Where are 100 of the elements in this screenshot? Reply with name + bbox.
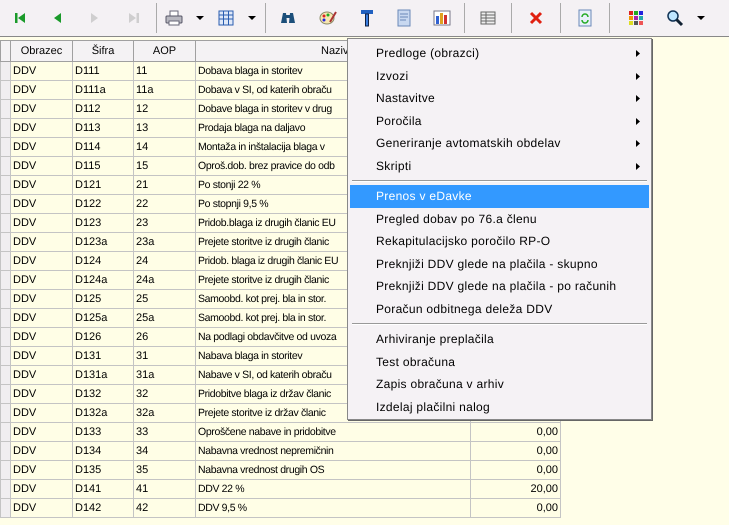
table-cell: DDV xyxy=(10,422,72,442)
table-cell: DDV xyxy=(10,442,72,460)
table-cell: DDV xyxy=(10,308,72,328)
table-cell: 32 xyxy=(134,384,196,404)
table-cell: 23 xyxy=(134,214,196,232)
caret-icon xyxy=(196,16,204,20)
table-cell: 25 xyxy=(134,290,196,308)
table-cell: D126 xyxy=(72,328,134,346)
table-cell: 22 xyxy=(134,194,196,214)
table-cell: DDV xyxy=(10,118,72,138)
table-cell: D131a xyxy=(72,366,134,384)
table-cell: D133 xyxy=(72,422,134,442)
table-cell: D112 xyxy=(72,100,134,118)
table-cell: D134 xyxy=(72,442,134,460)
table-cell: DDV xyxy=(10,100,72,118)
table-cell: DDV xyxy=(10,498,72,518)
table-cell: D111 xyxy=(72,62,134,80)
table-cell: 11 xyxy=(134,62,196,80)
table-cell: 11a xyxy=(134,80,196,100)
table-cell: D115 xyxy=(72,156,134,176)
table-cell: 0,00 xyxy=(470,460,560,480)
binoculars-icon xyxy=(279,11,297,25)
table-cell: DDV 22 % xyxy=(196,480,470,498)
table-cell: 0,00 xyxy=(470,442,560,460)
table-cell: D114 xyxy=(72,138,134,156)
table-cell: DDV xyxy=(10,480,72,498)
table-cell: D142 xyxy=(72,498,134,518)
table-cell: D132 xyxy=(72,384,134,404)
table-cell: DDV xyxy=(10,62,72,80)
table-cell: DDV xyxy=(10,138,72,156)
table-cell: 0,00 xyxy=(470,498,560,518)
table-cell: DDV xyxy=(10,404,72,422)
table-cell: D131 xyxy=(72,346,134,366)
table-cell: D125 xyxy=(72,290,134,308)
color-grid-icon xyxy=(628,10,644,26)
table-cell: D111a xyxy=(72,80,134,100)
table-cell: D123 xyxy=(72,214,134,232)
table-cell: 14 xyxy=(134,138,196,156)
printer-icon xyxy=(165,10,183,26)
table-cell: D132a xyxy=(72,404,134,422)
columns-icon xyxy=(218,10,234,26)
table-cell: 20,00 xyxy=(470,480,560,498)
bar-chart-icon xyxy=(433,10,451,26)
last-icon xyxy=(127,11,141,25)
table-cell: 12 xyxy=(134,100,196,118)
table-cell: 23a xyxy=(134,232,196,252)
table-cell: DDV xyxy=(10,156,72,176)
table-cell: D122 xyxy=(72,194,134,214)
column-header[interactable]: Šifra xyxy=(72,40,134,62)
table-cell: Nabavna vrednost nepremičnin xyxy=(196,442,470,460)
table-cell: Oproščene nabave in pridobitve xyxy=(196,422,470,442)
table-cell: DDV xyxy=(10,176,72,194)
table-icon xyxy=(480,11,496,25)
table-cell: DDV xyxy=(10,460,72,480)
table-cell: 21 xyxy=(134,176,196,194)
table-cell: D113 xyxy=(72,118,134,138)
table-cell: D124 xyxy=(72,252,134,270)
table-cell: DDV xyxy=(10,270,72,290)
palette-icon xyxy=(319,10,337,26)
close-icon xyxy=(529,11,543,25)
table-cell: 31 xyxy=(134,346,196,366)
table-cell: DDV xyxy=(10,366,72,384)
table-cell: D123a xyxy=(72,232,134,252)
table-cell: 25a xyxy=(134,308,196,328)
table-cell: 15 xyxy=(134,156,196,176)
table-cell: 42 xyxy=(134,498,196,518)
table-cell: 24 xyxy=(134,252,196,270)
column-header[interactable]: AOP xyxy=(134,40,196,62)
table-cell: 26 xyxy=(134,328,196,346)
first-icon xyxy=(13,11,27,25)
table-cell: 31a xyxy=(134,366,196,384)
table-cell: DDV xyxy=(10,232,72,252)
table-cell: 0,00 xyxy=(470,422,560,442)
table-cell: DDV xyxy=(10,384,72,404)
table-cell: 33 xyxy=(134,422,196,442)
table-cell: DDV xyxy=(10,252,72,270)
table-cell: DDV xyxy=(10,290,72,308)
table-cell: Nabavna vrednost drugih OS xyxy=(196,460,470,480)
table-cell: 41 xyxy=(134,480,196,498)
table-cell: DDV xyxy=(10,214,72,232)
document-icon xyxy=(397,9,411,27)
refresh-document-icon xyxy=(578,9,592,27)
table-cell: 34 xyxy=(134,442,196,460)
caret-icon xyxy=(248,16,256,20)
table-cell: DDV xyxy=(10,80,72,100)
table-cell: D125a xyxy=(72,308,134,328)
table-cell: DDV xyxy=(10,346,72,366)
search-icon xyxy=(666,9,684,27)
table-cell: D141 xyxy=(72,480,134,498)
table-cell: D124a xyxy=(72,270,134,290)
table-cell: DDV 9,5 % xyxy=(196,498,470,518)
table-cell: 24a xyxy=(134,270,196,290)
table-cell: 13 xyxy=(134,118,196,138)
caret-icon xyxy=(697,16,705,20)
table-cell: D135 xyxy=(72,460,134,480)
table-cell: D121 xyxy=(72,176,134,194)
column-header[interactable]: Obrazec xyxy=(10,40,72,62)
table-cell: DDV xyxy=(10,328,72,346)
table-cell: DDV xyxy=(10,194,72,214)
table-cell: 35 xyxy=(134,460,196,480)
